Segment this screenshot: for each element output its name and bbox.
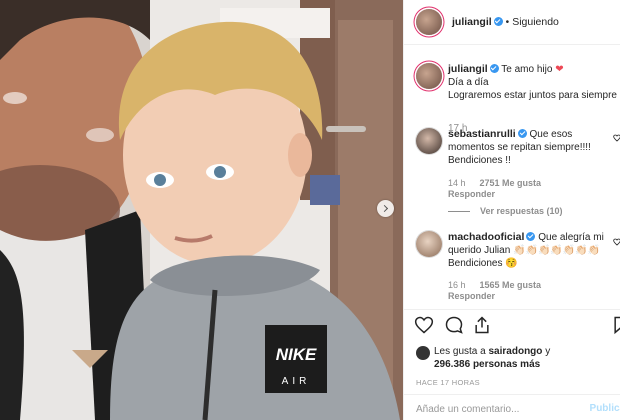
- verified-badge-icon: [517, 129, 527, 138]
- comment-meta: 14 h 2751 Me gusta: [448, 178, 541, 189]
- post-header: juliangil • Siguiendo: [404, 0, 620, 45]
- header-separator: •: [505, 17, 510, 28]
- post-actions: Les gusta a sairadongo y 296.386 persona…: [404, 309, 620, 420]
- comment-like-heart-icon[interactable]: [613, 238, 620, 246]
- header-line: juliangil • Siguiendo: [452, 16, 559, 28]
- verified-badge-icon: [526, 232, 536, 241]
- photo-illustration: NIKE AIR: [0, 0, 403, 420]
- likes-prefix: Les gusta a: [434, 346, 486, 357]
- comment-item: sebastianrulli Que esos momentos se repi…: [404, 126, 620, 221]
- svg-text:NIKE: NIKE: [276, 345, 317, 364]
- likes-line-1: Les gusta a sairadongo y: [416, 345, 550, 358]
- likes-line-2[interactable]: 296.386 personas más: [416, 358, 550, 371]
- likes-suffix: y: [545, 346, 551, 357]
- likes-summary: Les gusta a sairadongo y 296.386 persona…: [416, 345, 550, 371]
- commenter-username[interactable]: machadooficial: [448, 231, 524, 243]
- comments-list[interactable]: juliangil Te amo hijo ❤ Día a día Lograr…: [404, 46, 620, 308]
- comment-text: sebastianrulli Que esos momentos se repi…: [448, 128, 616, 167]
- add-comment-bar: Publicar: [404, 394, 620, 420]
- verified-badge-icon: [489, 64, 499, 73]
- caption-line-3: Lograremos estar juntos para siempre: [448, 90, 617, 101]
- post-time-ago[interactable]: HACE 17 HORAS: [416, 378, 480, 387]
- comment-text: machadooficial Que alegría mi querido Ju…: [448, 231, 616, 270]
- heart-icon[interactable]: [414, 315, 434, 335]
- caption-line-2: Día a día: [448, 77, 489, 88]
- comment-time[interactable]: 16 h: [448, 280, 466, 290]
- liker-username[interactable]: sairadongo: [489, 346, 543, 357]
- caption-avatar[interactable]: [416, 63, 442, 89]
- post-sidebar: juliangil • Siguiendo juliangil Te amo hij…: [403, 0, 620, 420]
- comment-icon[interactable]: [444, 315, 464, 335]
- caption-username[interactable]: juliangil: [448, 63, 488, 75]
- commenter-avatar[interactable]: [416, 128, 442, 154]
- next-photo-button[interactable]: [377, 200, 394, 217]
- svg-text:AIR: AIR: [282, 376, 311, 387]
- author-username[interactable]: juliangil: [452, 16, 492, 28]
- comment-meta: 16 h 1565 Me gusta: [448, 280, 541, 291]
- liker-avatar[interactable]: [416, 346, 430, 360]
- comment-like-heart-icon[interactable]: [613, 134, 620, 142]
- caption: juliangil Te amo hijo ❤ Día a día Lograr…: [404, 58, 620, 134]
- commenter-username[interactable]: sebastianrulli: [448, 128, 516, 140]
- caption-line-1: Te amo hijo: [501, 64, 553, 75]
- comment-input[interactable]: [416, 401, 586, 417]
- comment-time[interactable]: 14 h: [448, 178, 466, 188]
- caption-text: juliangil Te amo hijo ❤ Día a día Lograr…: [448, 63, 617, 102]
- verified-badge-icon: [493, 17, 503, 26]
- reply-button[interactable]: Responder: [448, 291, 495, 301]
- comment-likes[interactable]: 1565 Me gusta: [480, 280, 542, 290]
- follow-status-button[interactable]: Siguiendo: [512, 16, 559, 28]
- comment-item: machadooficial Que alegría mi querido Ju…: [404, 226, 620, 308]
- likes-count[interactable]: 296.386: [434, 359, 470, 370]
- share-icon[interactable]: [472, 315, 492, 335]
- view-replies-button[interactable]: Ver respuestas (10): [448, 206, 563, 216]
- bookmark-icon[interactable]: [611, 315, 620, 335]
- commenter-avatar[interactable]: [416, 231, 442, 257]
- likes-count-suffix[interactable]: personas más: [473, 359, 540, 370]
- author-avatar[interactable]: [416, 9, 442, 35]
- post-photo: NIKE AIR: [0, 0, 403, 420]
- publish-button[interactable]: Publicar: [590, 403, 620, 414]
- red-heart-emoji: ❤: [555, 64, 564, 75]
- comment-likes[interactable]: 2751 Me gusta: [480, 178, 542, 188]
- reply-button[interactable]: Responder: [448, 189, 495, 199]
